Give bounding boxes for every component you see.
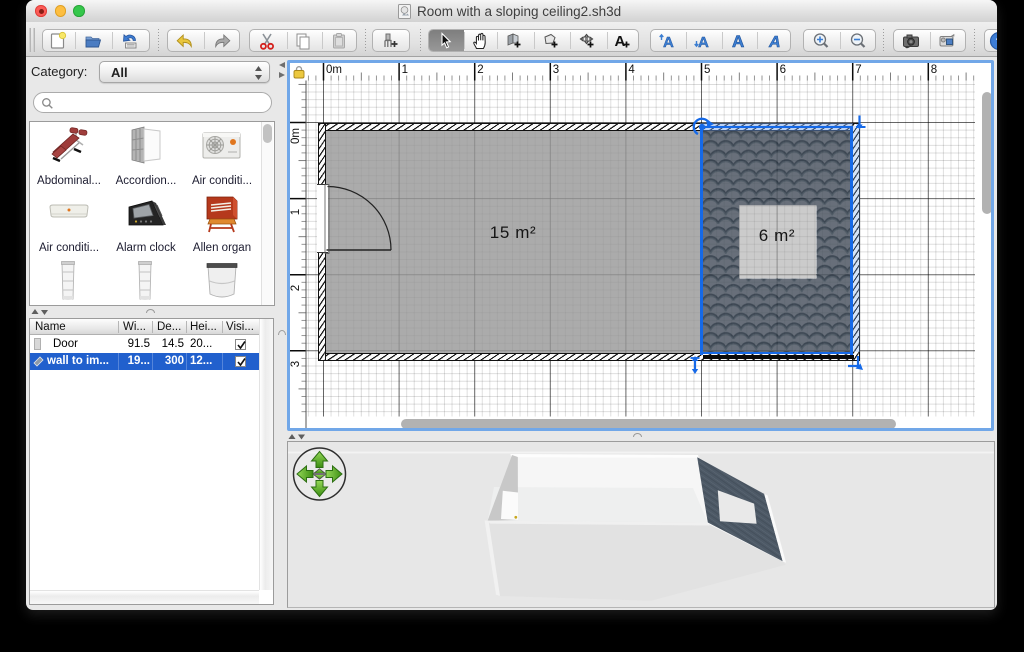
svg-text:A: A	[615, 33, 626, 50]
svg-text:A: A	[698, 34, 709, 51]
svg-text:A: A	[663, 34, 674, 51]
svg-text:A: A	[732, 32, 744, 51]
svg-text:A: A	[768, 34, 781, 51]
svg-text:?: ?	[996, 34, 998, 49]
